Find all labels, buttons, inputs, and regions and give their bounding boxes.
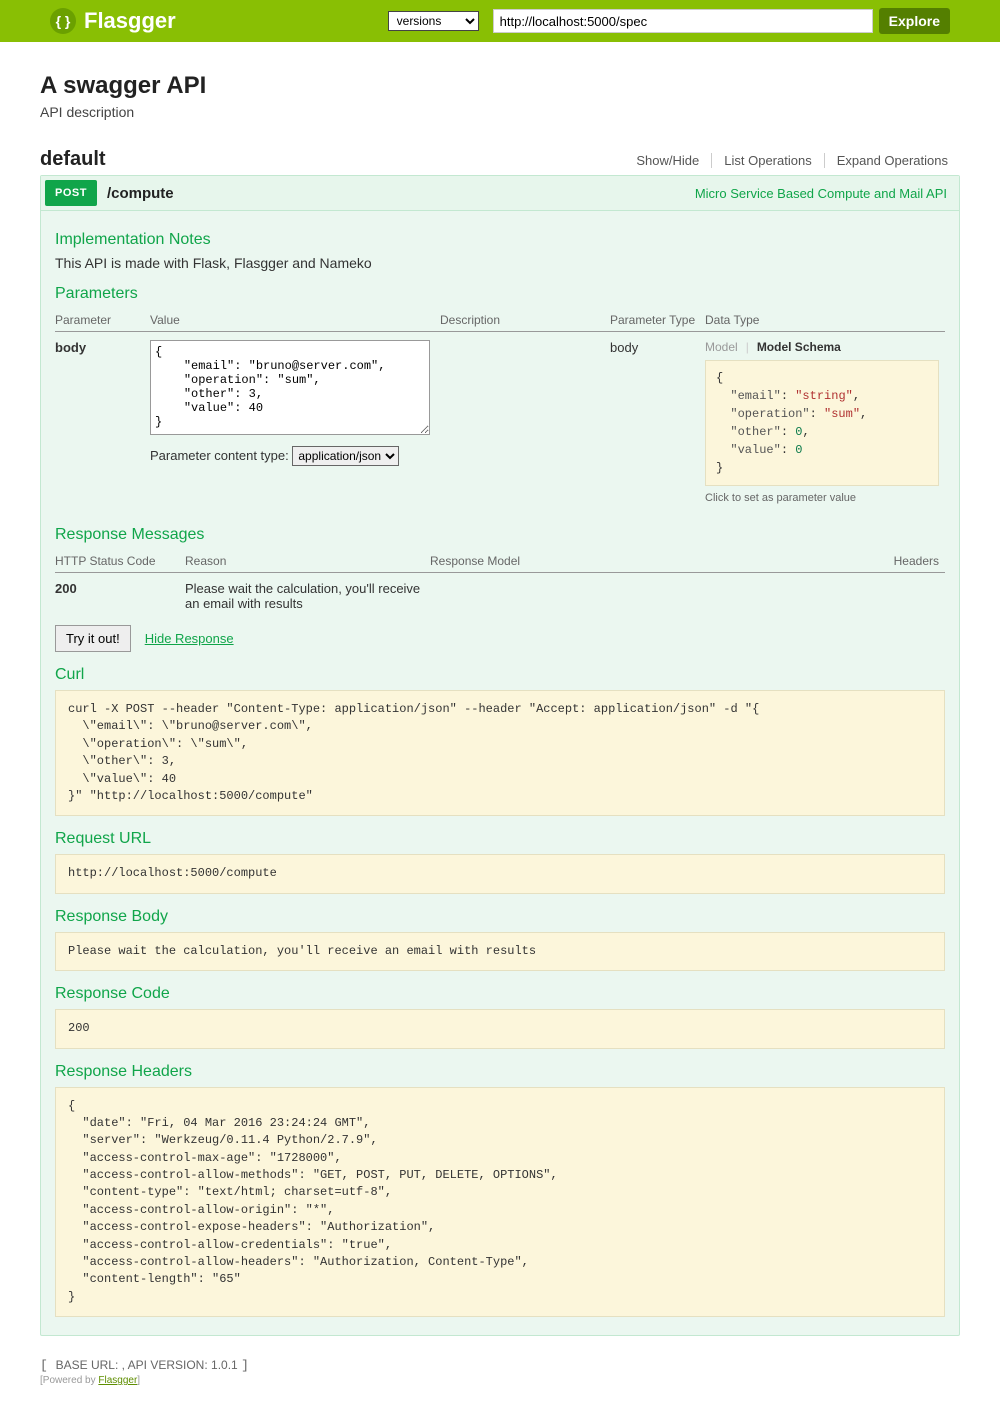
show-hide-link[interactable]: Show/Hide <box>624 153 711 168</box>
implementation-notes-heading: Implementation Notes <box>55 231 945 249</box>
footer: [ BASE URL: , API VERSION: 1.0.1 ] [Powe… <box>40 1358 960 1386</box>
th-value: Value <box>150 309 440 332</box>
th-http-code: HTTP Status Code <box>55 550 185 573</box>
th-parameter: Parameter <box>55 309 150 332</box>
schema-hint: Click to set as parameter value <box>705 492 939 504</box>
param-description <box>440 332 610 513</box>
th-description: Description <box>440 309 610 332</box>
try-it-out-button[interactable]: Try it out! <box>55 625 131 652</box>
content-type-label: Parameter content type: <box>150 448 289 463</box>
powered-by-label: Powered by <box>43 1375 99 1386</box>
api-description: API description <box>40 104 960 120</box>
resp-reason-cell: Please wait the calculation, you'll rece… <box>185 573 430 620</box>
versions-select[interactable]: versions <box>388 11 479 31</box>
parameters-heading: Parameters <box>55 285 945 303</box>
tag-name[interactable]: default <box>40 148 106 171</box>
response-messages-heading: Response Messages <box>55 526 945 544</box>
operation-summary: Micro Service Based Compute and Mail API <box>695 186 947 201</box>
api-version-label: , API VERSION: <box>122 1358 208 1372</box>
param-body-textarea[interactable] <box>150 340 430 435</box>
list-operations-link[interactable]: List Operations <box>711 153 823 168</box>
operation-header[interactable]: POST /compute Micro Service Based Comput… <box>41 176 959 211</box>
response-code-block: 200 <box>55 1009 945 1048</box>
model-schema-tab[interactable]: Model Schema <box>757 340 841 354</box>
response-code-heading: Response Code <box>55 985 945 1003</box>
schema-box[interactable]: { "email": "string", "operation": "sum",… <box>705 360 939 486</box>
hide-response-link[interactable]: Hide Response <box>145 631 234 646</box>
response-headers-heading: Response Headers <box>55 1063 945 1081</box>
resp-code-cell: 200 <box>55 573 185 620</box>
param-type-cell: body <box>610 332 705 513</box>
parameters-table: Parameter Value Description Parameter Ty… <box>55 309 945 512</box>
th-headers: Headers <box>885 550 945 573</box>
api-version-value: 1.0.1 <box>211 1358 238 1372</box>
curl-heading: Curl <box>55 666 945 684</box>
response-body-block: Please wait the calculation, you'll rece… <box>55 932 945 971</box>
th-reason: Reason <box>185 550 430 573</box>
method-badge: POST <box>45 180 97 206</box>
base-url-label: BASE URL: <box>56 1358 119 1372</box>
request-url-block: http://localhost:5000/compute <box>55 854 945 893</box>
request-url-heading: Request URL <box>55 830 945 848</box>
powered-by-link[interactable]: Flasgger <box>98 1375 137 1386</box>
operation-path: /compute <box>107 185 174 202</box>
response-row: 200 Please wait the calculation, you'll … <box>55 573 945 620</box>
content-type-select[interactable]: application/json <box>292 446 399 466</box>
response-body-heading: Response Body <box>55 908 945 926</box>
brand-icon: { } <box>50 8 76 34</box>
tag-actions: Show/Hide List Operations Expand Operati… <box>624 153 960 168</box>
navbar: { } Flasgger versions Explore <box>0 0 1000 42</box>
tag-row: default Show/Hide List Operations Expand… <box>40 148 960 171</box>
expand-operations-link[interactable]: Expand Operations <box>824 153 960 168</box>
model-tab[interactable]: Model <box>705 340 738 354</box>
brand[interactable]: { } Flasgger <box>50 8 176 34</box>
th-param-type: Parameter Type <box>610 309 705 332</box>
brand-name: Flasgger <box>84 8 176 34</box>
implementation-notes: This API is made with Flask, Flasgger an… <box>55 255 945 271</box>
api-title: A swagger API <box>40 72 960 100</box>
th-data-type: Data Type <box>705 309 945 332</box>
curl-block: curl -X POST --header "Content-Type: app… <box>55 690 945 816</box>
spec-url-input[interactable] <box>493 9 873 33</box>
response-headers-block: { "date": "Fri, 04 Mar 2016 23:24:24 GMT… <box>55 1087 945 1318</box>
th-response-model: Response Model <box>430 550 885 573</box>
operation-block: POST /compute Micro Service Based Comput… <box>40 175 960 1336</box>
explore-button[interactable]: Explore <box>879 8 950 34</box>
param-name: body <box>55 332 150 513</box>
param-row: body Parameter content type: application… <box>55 332 945 513</box>
response-messages-table: HTTP Status Code Reason Response Model H… <box>55 550 945 619</box>
